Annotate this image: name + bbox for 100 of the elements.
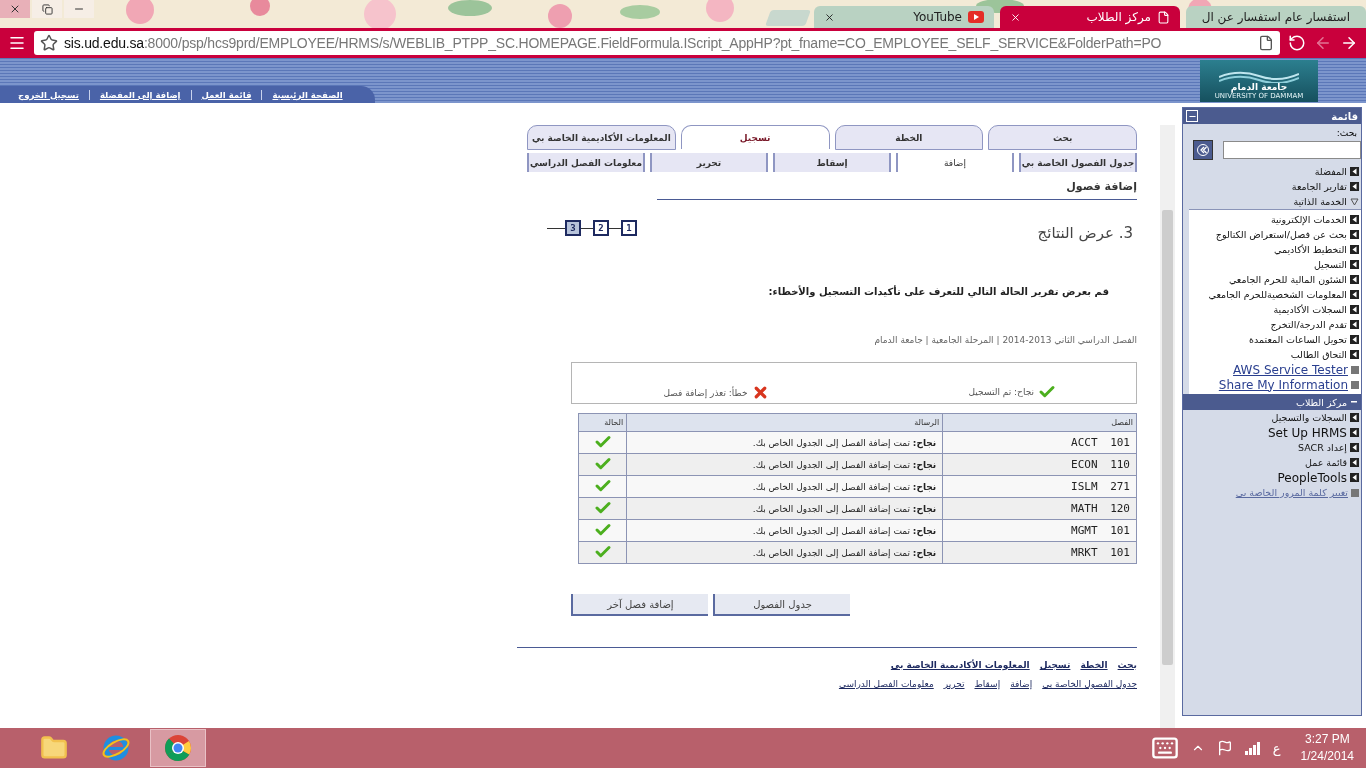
collapsed-arrow-icon[interactable] — [1350, 245, 1359, 254]
nav-link[interactable]: قائمة العمل — [190, 89, 262, 100]
menu-item[interactable]: PeopleTools — [1277, 470, 1347, 485]
menu-item[interactable]: الخدمات الإلكترونية — [1270, 214, 1347, 225]
collapse-icon[interactable] — [1186, 110, 1198, 122]
subtab[interactable]: تحرير — [650, 153, 768, 172]
taskbar-app[interactable] — [150, 729, 206, 767]
tab[interactable]: الخطة — [834, 125, 984, 150]
subtab[interactable]: جدول الفصول الخاصة بي — [1019, 153, 1137, 172]
step-number[interactable]: 2 — [593, 220, 609, 236]
menu-item[interactable]: قائمة عمل — [1304, 457, 1347, 468]
menu-item[interactable]: إعداد SACR — [1298, 442, 1347, 453]
menu-item[interactable]: تقدم الدرجة/التخرج — [1270, 319, 1347, 330]
collapsed-arrow-icon[interactable] — [1350, 320, 1359, 329]
e-globe-icon[interactable] — [101, 733, 131, 763]
collapsed-arrow-icon[interactable] — [1350, 290, 1359, 299]
menu-link[interactable]: تغيير كلمة المرور الخاصة بي — [1235, 487, 1348, 498]
collapsed-arrow-icon[interactable] — [1350, 458, 1359, 467]
menu-item[interactable]: تقارير الجامعة — [1291, 181, 1347, 192]
collapsed-arrow-icon[interactable] — [1350, 473, 1359, 482]
right-arrow-icon[interactable] — [1340, 34, 1358, 52]
footer-link[interactable]: جدول الفصول الخاصة بي — [1042, 679, 1137, 689]
collapsed-arrow-icon[interactable] — [1350, 230, 1359, 239]
menu-item[interactable]: التسجيل — [1313, 259, 1347, 270]
clock[interactable]: 3:27 PM 1/24/2014 — [1300, 731, 1354, 765]
footer-link[interactable]: المعلومات الأكاديمية الخاصة بي — [890, 660, 1030, 670]
action-button[interactable]: جدول الفصول — [713, 594, 850, 616]
tab[interactable]: تسجيل — [680, 125, 830, 149]
footer-link[interactable]: تحرير — [943, 679, 965, 689]
footer-link[interactable]: إسقاط — [974, 679, 1001, 689]
search-field[interactable] — [1223, 141, 1361, 159]
tab[interactable]: بحث — [988, 125, 1137, 150]
collapsed-arrow-icon[interactable] — [1350, 350, 1359, 359]
step-number[interactable]: 1 — [621, 220, 637, 236]
star-icon[interactable] — [40, 34, 58, 52]
menu-item[interactable]: التخطيط الأكاديمي — [1274, 244, 1347, 255]
collapsed-arrow-icon[interactable] — [1350, 167, 1359, 176]
browser-tab[interactable]: YouTube — [814, 6, 994, 28]
browser-tab[interactable]: استفسار عام استفسار عن ال — [1186, 6, 1366, 28]
language-indicator[interactable]: ع — [1272, 740, 1281, 756]
scrollbar[interactable] — [1160, 125, 1175, 728]
collapsed-arrow-icon[interactable] — [1350, 260, 1359, 269]
step-number[interactable]: 3 — [565, 220, 581, 236]
folder-icon[interactable] — [40, 734, 68, 762]
column-header: الرسالة — [626, 413, 943, 432]
footer-link[interactable]: معلومات الفصل الدراسي — [838, 679, 934, 689]
close-button[interactable] — [0, 0, 30, 18]
tab[interactable]: المعلومات الأكاديمية الخاصة بي — [527, 125, 676, 150]
menu-item[interactable]: السجلات والتسجيل — [1271, 412, 1347, 423]
legend-label: خطأ: تعذر إضافة فصل — [663, 387, 748, 398]
restore-button[interactable] — [32, 0, 62, 18]
current-menu-item[interactable]: مركز الطلاب — [1183, 394, 1361, 410]
collapsed-arrow-icon[interactable] — [1350, 335, 1359, 344]
subtab[interactable]: إسقاط — [773, 153, 891, 172]
menu-item[interactable]: الخدمة الذاتية — [1293, 196, 1347, 207]
expanded-triangle-icon[interactable] — [1350, 197, 1359, 206]
menu-item[interactable]: تحويل الساعات المعتمدة — [1249, 334, 1347, 345]
collapsed-arrow-icon[interactable] — [1350, 413, 1359, 422]
round-browser-icon[interactable] — [164, 734, 192, 762]
menu-link[interactable]: AWS Service Tester — [1233, 362, 1348, 377]
footer-link[interactable]: الخطة — [1080, 660, 1108, 670]
scroll-thumb[interactable] — [1162, 210, 1173, 665]
close-tab-icon[interactable] — [824, 11, 835, 23]
collapsed-arrow-icon[interactable] — [1350, 275, 1359, 284]
menu-item[interactable]: Set Up HRMS — [1267, 425, 1347, 440]
minimize-button[interactable] — [64, 0, 94, 18]
signal-icon[interactable] — [1244, 741, 1261, 755]
menu-item[interactable]: التحاق الطالب — [1290, 349, 1347, 360]
collapsed-arrow-icon[interactable] — [1350, 305, 1359, 314]
reload-icon[interactable] — [1288, 34, 1306, 52]
nav-link[interactable]: الصفحة الرئيسية — [261, 89, 353, 100]
close-tab-icon[interactable] — [1010, 11, 1021, 23]
menu-icon[interactable] — [8, 34, 26, 52]
collapsed-arrow-icon[interactable] — [1350, 443, 1359, 452]
footer-link[interactable]: تسجيل — [1039, 660, 1071, 670]
flag-icon[interactable] — [1216, 740, 1233, 756]
address-field[interactable]: sis.ud.edu.sa:8000/psp/hcs9prd/EMPLOYEE/HRMS/s/WEBLIB_PTPP_SC.HOMEPAGE.FieldFormula.IScript_AppHP?pt_fname=CO_EMPLOYEE_SELF_SERVICE&FolderPath=PO — [34, 31, 1280, 55]
menu-item[interactable]: المعلومات الشخصيةللحرم الجامعي — [1208, 289, 1347, 300]
menu-link[interactable]: Share My Information — [1218, 377, 1348, 392]
table-cell: MATH 120 — [942, 497, 1137, 520]
nav-link[interactable]: إضافة إلى المفضلة — [88, 89, 191, 100]
nav-link[interactable]: تسجيل الخروج — [8, 89, 89, 100]
subtab[interactable]: معلومات الفصل الدراسي — [527, 153, 645, 172]
collapsed-arrow-icon[interactable] — [1350, 215, 1359, 224]
instruction-text: قم بعرض تقرير الحالة التالي للتعرف على تأكيدات التسجيل والأخطاء: — [767, 286, 1110, 297]
collapsed-arrow-icon[interactable] — [1350, 182, 1359, 191]
footer-link[interactable]: إضافة — [1010, 679, 1033, 689]
footer-link[interactable]: بحث — [1117, 660, 1137, 670]
action-button[interactable]: إضافة فصل آخر — [571, 594, 708, 616]
collapsed-arrow-icon[interactable] — [1350, 428, 1359, 437]
restore-icon[interactable] — [41, 3, 53, 15]
subtab[interactable]: إضافة — [896, 153, 1014, 172]
table-cell: نجاح: تمت إضافة الفصل إلى الجدول الخاص بك. — [626, 541, 943, 564]
menu-item[interactable]: المفضلة — [1314, 166, 1347, 177]
menu-item[interactable]: الشئون المالية للحرم الجامعي — [1228, 274, 1347, 285]
browser-tab[interactable]: مركز الطلاب — [1000, 6, 1180, 28]
legend-label: نجاح: تم التسجيل — [968, 387, 1034, 397]
menu-item[interactable]: السجلات الأكاديمية — [1273, 304, 1347, 315]
menu-item[interactable]: بحث عن فصل/استعراض الكتالوج — [1215, 229, 1347, 240]
close-icon[interactable] — [9, 3, 21, 15]
